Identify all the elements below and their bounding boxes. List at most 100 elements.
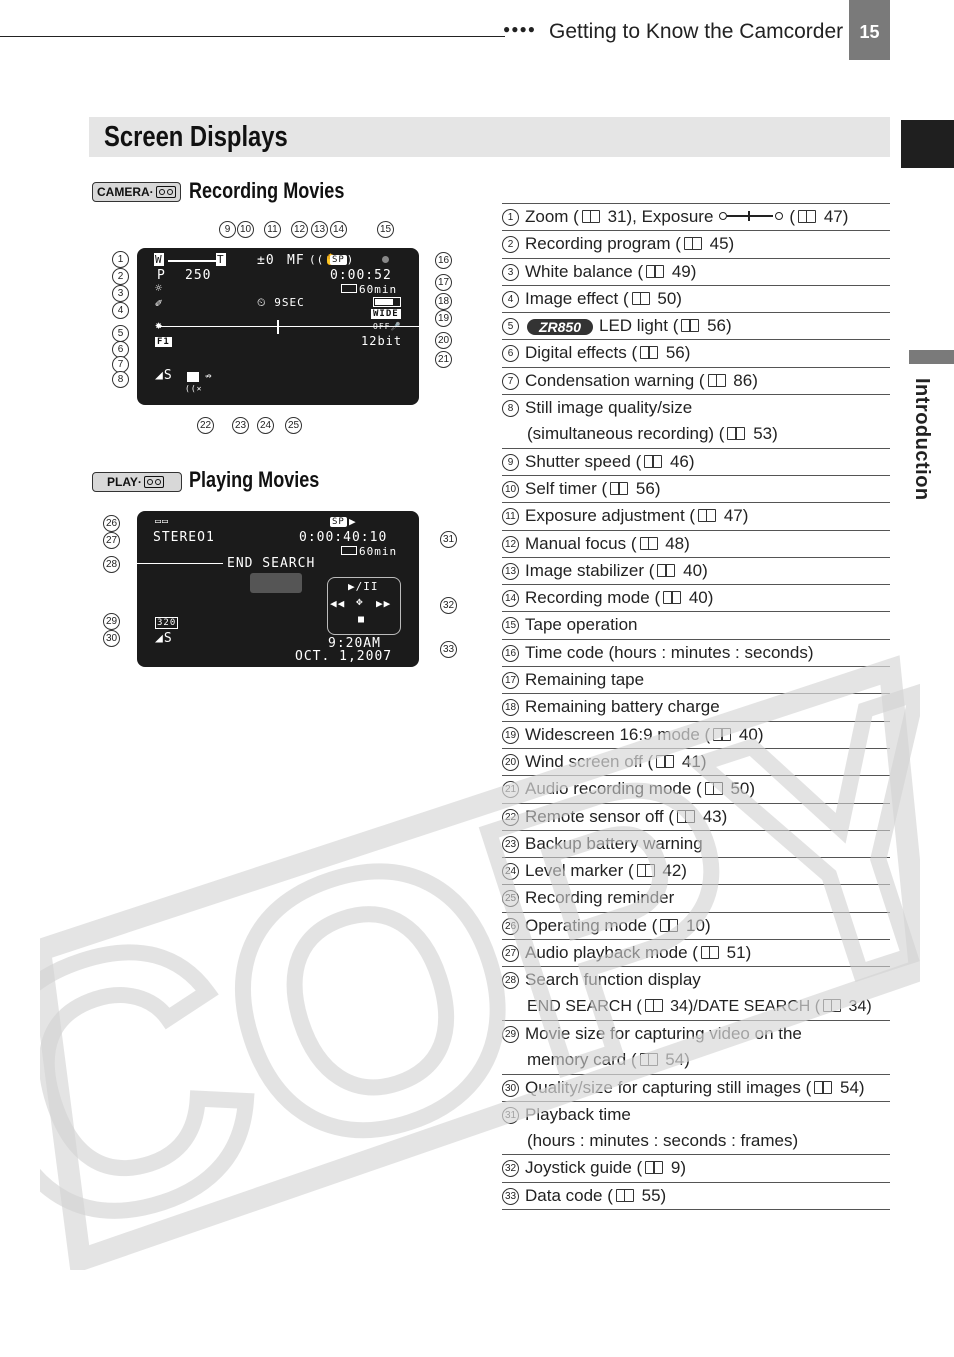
led-light-icon: ✸ [155,318,164,332]
legend-item: 33 Data code ( 55) [502,1183,890,1210]
book-icon [681,319,700,333]
tape-icon [341,284,357,293]
item-number: 29 [502,1025,519,1043]
item-number: 12 [502,535,519,553]
rewind-icon: ◀◀ [330,597,346,610]
item-text: Playback time [525,1104,631,1124]
legend-item: 3 White balance ( 49) [502,259,890,286]
legend-item: 1 Zoom ( 31), Exposure ( 47) [502,204,890,232]
page-ref: 31 [602,207,627,226]
item-text: ) [700,751,707,771]
remaining-tape-value: 60min [359,283,398,296]
stop-icon: ■ [358,614,366,625]
page-ref: 34 [665,997,688,1015]
item-number: 3 [502,263,519,281]
image-effect-icon: ✐ [155,296,164,310]
item-text: Manual focus ( [525,533,637,553]
callout: 24 [257,417,274,434]
callout: 3 [112,285,129,302]
book-icon [615,1188,634,1202]
book-icon [713,727,732,741]
page-number: 15 [849,0,890,60]
page-ref: 50 [725,779,750,799]
callout: 21 [435,351,452,368]
callout: 18 [435,293,452,310]
item-number: 13 [502,562,519,580]
item-text: Quality/size for capturing still images … [525,1077,812,1097]
item-number: 30 [502,1079,519,1097]
legend-item: 5 ZR850 LED light ( 56) [502,313,890,341]
item-text: ) [752,370,758,390]
callout: 14 [330,221,347,238]
page-ref: 45 [704,234,729,254]
item-number: 31 [502,1106,519,1124]
callout: 31 [440,531,457,548]
item-text: Joystick guide ( [525,1158,643,1178]
item-number: 7 [502,372,519,390]
remaining-tape-value: 60min [359,545,398,558]
book-icon [657,563,676,577]
item-number: 25 [502,890,519,908]
callout: 8 [112,371,129,388]
section-title: Screen Displays [104,121,288,153]
audio-playback-mode: STEREO1 [153,530,215,545]
playing-movies-title: Playing Movies [189,467,320,492]
tape-icon [155,186,176,198]
item-text: ) [704,915,711,935]
item-text: Remote sensor off ( [525,806,674,826]
zoom-w-label: W [154,253,164,266]
item-subtext: memory card ( 54) [502,1047,890,1073]
callout: 29 [103,613,120,630]
book-icon [798,210,817,223]
quality-indicator: ◢S [155,631,173,646]
item-text: LED light ( [599,316,679,336]
item-text: ) [742,506,749,526]
item-number: 4 [502,290,519,308]
operating-mode-icon: ▭▭ [155,516,170,527]
item-text: Shutter speed ( [525,451,642,471]
item-text: Wind screen off ( [525,751,654,771]
exposure-value: ±0 [257,253,275,268]
page-ref: 56 [631,478,655,498]
callout: 4 [112,302,129,319]
item-text: ( [789,207,796,226]
item-text: Search function display [525,970,701,990]
legend-item: 11 Exposure adjustment ( 47) [502,503,890,531]
search-icon [250,573,302,593]
item-number: 19 [502,726,519,744]
play-indicator-icon: ▶ [349,515,357,528]
item-number: 27 [502,945,519,963]
item-text: ) [660,1185,667,1205]
page-ref: 43 [697,806,722,826]
book-icon [698,509,717,523]
item-text: ) [749,779,756,799]
page-ref: 51 [721,943,746,963]
item-text: Widescreen 16:9 mode ( [525,724,711,744]
item-text: Remaining tape [525,670,645,690]
item-number: 26 [502,917,519,935]
page-ref: 9 [666,1158,681,1178]
legend-item: 27 Audio playback mode ( 51) [502,940,890,968]
item-number: 22 [502,808,519,826]
callout: 28 [103,556,120,573]
item-text: Recording mode ( [525,588,661,608]
play-pause-icon: ▶/II [348,580,379,593]
item-text: ) [684,343,691,363]
callout: 17 [435,274,452,291]
page-ref: 56 [661,343,685,363]
callout: 10 [237,221,254,238]
book-icon [683,237,702,251]
search-display: END SEARCH [227,556,316,571]
chapter-title: Getting to Know the Camcorder [549,20,844,43]
page-ref: 50 [652,288,677,308]
item-number: 10 [502,480,519,498]
playing-screen: ▭▭ SP ▶ STEREO1 0:00:40:10 60min END SEA… [137,511,419,667]
legend-item: 19 Widescreen 16:9 mode ( 40) [502,722,890,749]
item-text: ) [690,261,697,281]
page-ref: 47) [819,207,849,226]
item-text: ) [858,1077,865,1097]
book-icon [707,373,726,387]
callout: 23 [232,417,249,434]
item-text: Recording reminder [525,888,675,908]
callout: 12 [291,221,308,238]
